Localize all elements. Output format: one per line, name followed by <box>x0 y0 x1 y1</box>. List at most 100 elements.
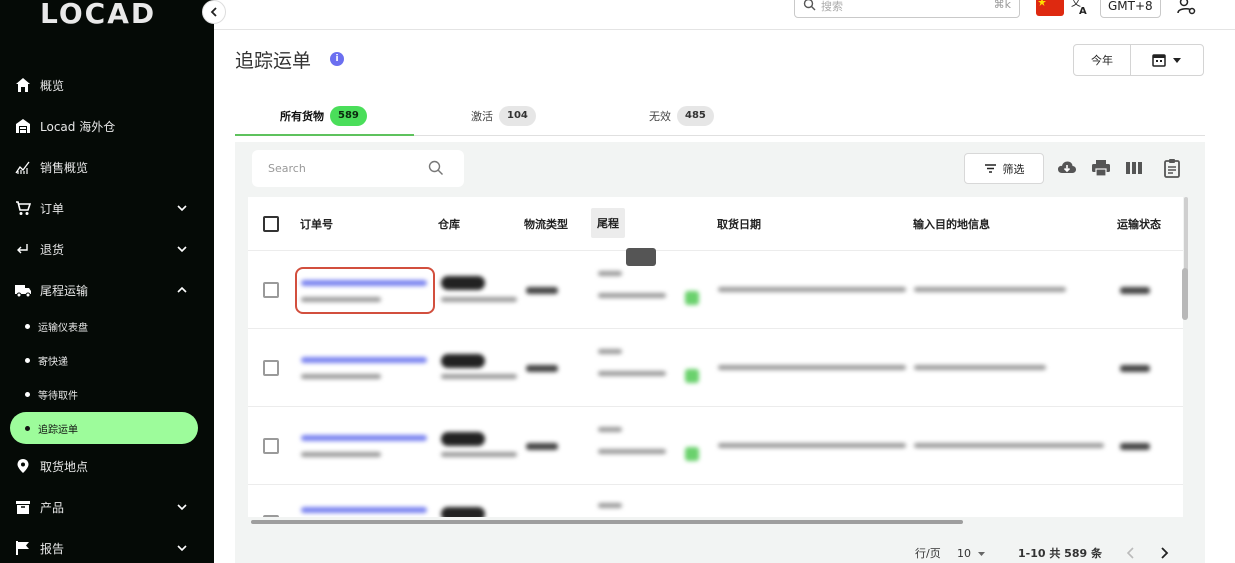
china-flag-icon[interactable] <box>1036 0 1064 16</box>
flag-icon <box>14 539 32 557</box>
order-number-link[interactable] <box>301 357 427 363</box>
highlight-box <box>295 267 435 314</box>
warehouse-name <box>441 452 517 457</box>
vertical-scrollbar[interactable] <box>1182 268 1188 320</box>
select-all-checkbox[interactable] <box>263 216 279 232</box>
row-checkbox[interactable] <box>263 438 279 454</box>
bullet-icon <box>25 323 30 329</box>
destination-info <box>914 365 1046 370</box>
table-row[interactable] <box>248 485 1183 517</box>
tab-label: 激活 <box>471 110 493 123</box>
sidebar-item-overview[interactable]: 概览 <box>0 70 214 100</box>
home-icon <box>14 76 32 94</box>
chevron-up-icon[interactable] <box>176 284 188 296</box>
print-icon[interactable] <box>1091 158 1111 178</box>
tab-inactive[interactable]: 无效 485 <box>649 96 714 136</box>
sidebar-item-label: 取货地点 <box>40 459 89 474</box>
sidebar-subitem-label: 运输仪表盘 <box>38 322 88 334</box>
columns-icon[interactable] <box>1124 158 1144 178</box>
prev-page-button[interactable] <box>1126 544 1136 562</box>
cloud-download-icon[interactable] <box>1057 158 1077 178</box>
row-checkbox[interactable] <box>263 515 279 517</box>
global-search-input[interactable]: 搜索 ⌘k <box>794 0 1020 18</box>
row-checkbox[interactable] <box>263 282 279 298</box>
collapse-sidebar-button[interactable] <box>202 0 226 24</box>
active-tab-indicator <box>235 134 414 136</box>
copy-icon[interactable] <box>685 369 699 383</box>
destination-info <box>914 287 1066 292</box>
pickup-date <box>718 365 906 370</box>
calendar-icon <box>1152 54 1166 67</box>
table-search-input[interactable]: Search <box>252 150 464 187</box>
sidebar-item-orders[interactable]: 订单 <box>0 193 214 223</box>
chevron-down-icon[interactable] <box>176 501 188 513</box>
table-row[interactable] <box>248 329 1183 407</box>
status-value <box>1120 287 1150 294</box>
column-header-destination[interactable]: 输入目的地信息 <box>913 197 990 251</box>
status-value <box>1120 365 1150 372</box>
tab-count-badge: 104 <box>499 106 536 126</box>
column-header-warehouse[interactable]: 仓库 <box>438 197 460 251</box>
clipboard-icon[interactable] <box>1162 158 1182 178</box>
table-search-placeholder: Search <box>268 162 306 175</box>
column-header-shipping-status[interactable]: 运输状态 <box>1117 197 1161 251</box>
column-header-pickup-date[interactable]: 取货日期 <box>717 197 761 251</box>
chevron-down-icon[interactable] <box>176 202 188 214</box>
row-checkbox[interactable] <box>263 360 279 376</box>
search-icon <box>428 160 443 175</box>
sidebar-subitem-send-express[interactable]: 寄快递 <box>10 344 198 376</box>
sidebar-item-reports[interactable]: 报告 <box>0 533 214 563</box>
search-placeholder: 搜索 <box>821 0 843 13</box>
next-page-button[interactable] <box>1159 544 1169 562</box>
user-settings-icon[interactable] <box>1177 0 1197 16</box>
horizontal-scrollbar[interactable] <box>251 520 963 524</box>
table-row[interactable] <box>248 248 1183 329</box>
chevron-down-icon[interactable] <box>176 542 188 554</box>
sidebar-item-returns[interactable]: 退货 <box>0 234 214 264</box>
sidebar-item-label: 报告 <box>40 541 65 556</box>
order-number-link[interactable] <box>301 435 427 441</box>
column-header-last-mile[interactable]: 尾程 <box>591 208 625 238</box>
page-title: 追踪运单 <box>235 50 312 72</box>
tracking-number <box>598 371 666 376</box>
tab-active[interactable]: 激活 104 <box>471 96 536 136</box>
caret-down-icon <box>1173 58 1181 63</box>
last-mile-carrier <box>598 271 622 276</box>
box-icon <box>14 498 32 516</box>
search-icon <box>803 0 816 11</box>
column-header-logistics-type[interactable]: 物流类型 <box>524 197 568 251</box>
sidebar-item-label: 产品 <box>40 500 65 515</box>
logistics-type <box>526 443 558 450</box>
column-header-order-no[interactable]: 订单号 <box>300 197 333 251</box>
sidebar-subitem-awaiting-pickup[interactable]: 等待取件 <box>10 378 198 410</box>
sidebar-item-products[interactable]: 产品 <box>0 492 214 522</box>
shipments-table: 订单号 仓库 物流类型 尾程 取货日期 输入目的地信息 运输状态 <box>248 197 1183 517</box>
table-row[interactable] <box>248 407 1183 485</box>
tracking-number <box>598 449 666 454</box>
logistics-type <box>526 287 558 294</box>
sidebar-item-sales-overview[interactable]: 销售概览 <box>0 152 214 182</box>
copy-icon[interactable] <box>685 447 699 461</box>
translate-icon[interactable]: 文A <box>1070 0 1090 17</box>
last-mile-carrier <box>598 427 622 432</box>
sidebar-item-last-mile[interactable]: 尾程运输 <box>0 275 214 305</box>
order-number-link[interactable] <box>301 507 427 513</box>
filter-label: 筛选 <box>1002 162 1025 176</box>
tab-all-shipments[interactable]: 所有货物 589 <box>280 96 367 136</box>
sidebar-item-locad-warehouse[interactable]: Locad 海外仓 <box>0 111 214 141</box>
info-icon[interactable]: i <box>330 52 344 66</box>
calendar-dropdown-button[interactable] <box>1130 44 1204 76</box>
filter-button[interactable]: 筛选 <box>964 153 1044 184</box>
sidebar-item-label: Locad 海外仓 <box>40 119 116 134</box>
sidebar-subitem-shipping-dashboard[interactable]: 运输仪表盘 <box>10 310 198 342</box>
rows-per-page-select[interactable]: 10 <box>957 544 986 562</box>
app: LOCAD 概览 Locad 海外仓 销售概览 订单 退货 尾程运输 运输仪表盘… <box>0 0 1235 563</box>
order-sub-info <box>301 452 381 457</box>
date-range-button[interactable]: 今年 <box>1073 44 1131 76</box>
chevron-down-icon[interactable] <box>176 243 188 255</box>
sidebar-item-pickup-locations[interactable]: 取货地点 <box>0 451 214 481</box>
timezone-button[interactable]: GMT+8 <box>1100 0 1161 18</box>
topbar: 搜索 ⌘k 文A GMT+8 <box>214 0 1235 30</box>
sidebar-subitem-track-shipments[interactable]: 追踪运单 <box>10 412 198 444</box>
copy-icon[interactable] <box>685 291 699 305</box>
